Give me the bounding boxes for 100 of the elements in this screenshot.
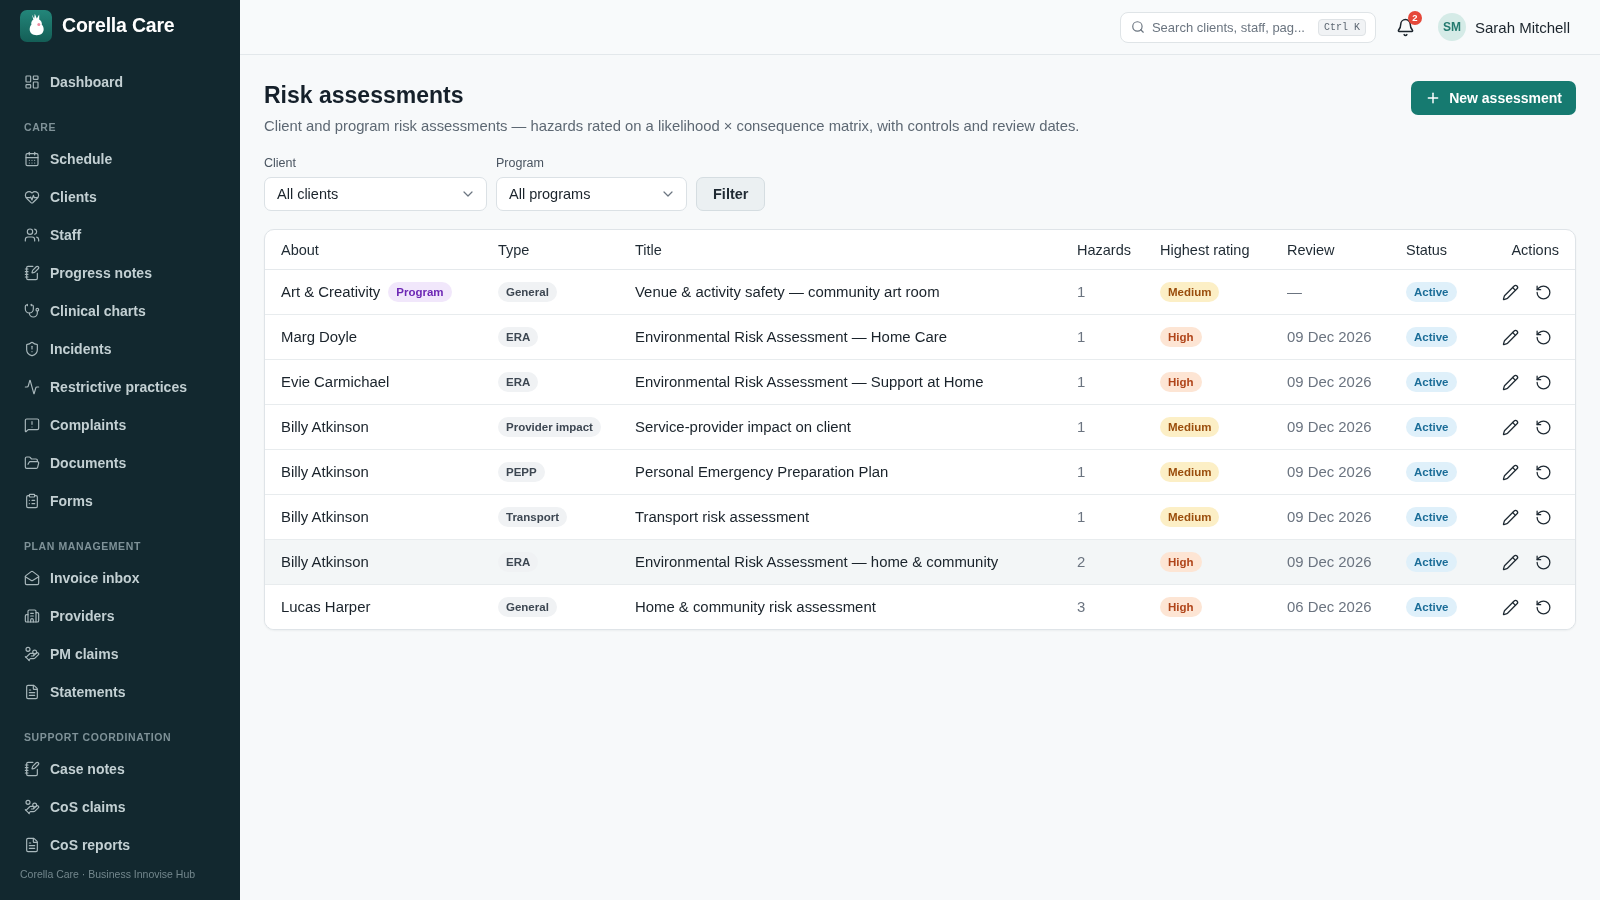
table-row[interactable]: Billy Atkinson ERA Environmental Risk Assessment — home & community 2 High 09 Dec 2026 Active	[265, 540, 1575, 585]
dropdown-select[interactable]: All clients	[264, 177, 487, 211]
table-row[interactable]: Billy Atkinson Transport Transport risk assessment 1 Medium 09 Dec 2026 Active	[265, 495, 1575, 540]
nav-item[interactable]: Complaints	[24, 415, 127, 435]
grid-icon	[24, 74, 40, 90]
table-row[interactable]: Lucas Harper General Home & community risk assessment 3 High 06 Dec 2026 Active	[265, 585, 1575, 629]
nav-item[interactable]: CoS claims	[24, 797, 126, 817]
table-cell-text: Venue & activity safety — community art room	[634, 283, 941, 302]
rating-tag: High	[1160, 327, 1202, 347]
nav-item[interactable]: Statements	[24, 682, 126, 702]
status-tag: Active	[1406, 552, 1457, 572]
nav-item[interactable]: Invoice inbox	[24, 568, 140, 588]
table-cell-text: 09 Dec 2026	[1286, 418, 1373, 437]
dropdown-select[interactable]: All programs	[496, 177, 687, 211]
client-name: Billy Atkinson	[281, 509, 369, 525]
column-header: Status	[1405, 240, 1449, 260]
table-cell-text: Personal Emergency Preparation Plan	[634, 463, 890, 482]
rotate-arrow-icon	[1535, 463, 1552, 481]
table-row[interactable]: Marg Doyle ERA Environmental Risk Assessment — Home Care 1 High 09 Dec 2026 Active	[265, 315, 1575, 360]
calendar-icon	[24, 151, 40, 167]
status-tag: Active	[1406, 372, 1457, 392]
table-row[interactable]: Evie Carmichael ERA Environmental Risk Assessment — Support at Home 1 High 09 Dec 2026 Active	[265, 360, 1575, 405]
user-avatar[interactable]: SM	[1437, 13, 1466, 41]
nav-item[interactable]: Case notes	[24, 759, 125, 779]
program-tag: Program	[388, 282, 452, 302]
nav-item[interactable]: Restrictive practices	[24, 377, 187, 397]
shield-alert-icon	[24, 341, 40, 357]
table-cell-text: Environmental Risk Assessment — home & community	[634, 553, 1000, 572]
nav-item[interactable]: CoS reports	[24, 835, 131, 855]
sidebar-footer-text: Corella Care · Business Innovise Hub	[20, 868, 196, 880]
page-title: Risk assessments	[264, 81, 464, 109]
status-tag: Active	[1406, 417, 1457, 437]
user-name[interactable]: Sarah Mitchell	[1474, 18, 1570, 36]
table-cell-text: 09 Dec 2026	[1286, 328, 1373, 347]
nav-item[interactable]: Documents	[24, 453, 127, 473]
table-cell-text: Home & community risk assessment	[634, 598, 877, 617]
table-cell-text: 09 Dec 2026	[1286, 553, 1373, 572]
rotate-arrow-icon	[1535, 508, 1552, 526]
nav-item[interactable]: Providers	[24, 606, 115, 626]
rotate-arrow-icon	[1535, 598, 1552, 616]
stethoscope-icon	[24, 303, 40, 319]
table-cell-text: 09 Dec 2026	[1286, 373, 1373, 392]
pencil-icon	[1502, 463, 1519, 481]
nav-item[interactable]: Clients	[24, 187, 97, 207]
rating-tag: High	[1160, 552, 1202, 572]
bell-icon	[1396, 17, 1416, 37]
table-cell-text: 1	[1076, 373, 1087, 392]
client-name: Billy Atkinson	[281, 554, 369, 570]
rotate-arrow-icon	[1535, 373, 1552, 391]
nav-item[interactable]: Progress notes	[24, 263, 152, 283]
rotate-arrow-icon	[1535, 553, 1552, 571]
pencil-icon	[1502, 283, 1519, 301]
new-assessment-button[interactable]: New assessment	[1411, 81, 1576, 115]
pencil-icon	[1502, 598, 1519, 616]
table-row[interactable]: Billy Atkinson Provider impact Service-provider impact on client 1 Medium 09 Dec 2026 Active	[265, 405, 1575, 450]
nav-item[interactable]: Staff	[24, 225, 82, 245]
table-cell-text: 2	[1076, 553, 1087, 572]
client-name: Marg Doyle	[281, 329, 358, 345]
nav-item[interactable]: Incidents	[24, 339, 112, 359]
client-name: Billy Atkinson	[281, 464, 369, 480]
table-cell-text: 1	[1076, 463, 1087, 482]
folder-icon	[24, 455, 40, 471]
document-icon	[24, 684, 40, 700]
rotate-arrow-icon	[1535, 328, 1552, 346]
table-cell-text: Environmental Risk Assessment — Support at Home	[634, 373, 985, 392]
nav-item[interactable]: Dashboard	[24, 72, 124, 92]
column-header: Highest rating	[1159, 240, 1251, 260]
nav-item[interactable]: Forms	[24, 491, 93, 511]
page-description: Client and program risk assessments — hazards rated on a likelihood × consequence matrix, with controls and review dates.	[264, 117, 1080, 136]
type-tag: PEPP	[498, 462, 545, 482]
field-label: Program	[496, 155, 544, 171]
notebook-pen-icon	[24, 761, 40, 777]
pencil-icon	[1502, 373, 1519, 391]
hand-coins-icon	[24, 646, 40, 662]
nav-item[interactable]: PM claims	[24, 644, 119, 664]
building-icon	[24, 608, 40, 624]
status-tag: Active	[1406, 327, 1457, 347]
field-label: Client	[264, 155, 296, 171]
type-tag: General	[498, 597, 557, 617]
pencil-icon	[1502, 553, 1519, 571]
bird-logo-icon	[20, 10, 52, 42]
hand-coins-icon	[24, 799, 40, 815]
table-cell-text: —	[1286, 283, 1303, 302]
column-header: Type	[497, 240, 531, 260]
rating-tag: Medium	[1160, 282, 1220, 302]
pencil-icon	[1502, 328, 1519, 346]
table-row[interactable]: Art & Creativity Program General Venue & activity safety — community art room 1 Medium — Active	[265, 270, 1575, 315]
people-icon	[24, 227, 40, 243]
document-icon	[24, 837, 40, 853]
nav-item[interactable]: Clinical charts	[24, 301, 146, 321]
type-tag: Provider impact	[498, 417, 601, 437]
nav-item[interactable]: Schedule	[24, 149, 113, 169]
column-header: Review	[1286, 240, 1336, 260]
pulse-line-icon	[24, 379, 40, 395]
filter-button[interactable]: Filter	[696, 177, 766, 211]
table-row[interactable]: Billy Atkinson PEPP Personal Emergency Preparation Plan 1 Medium 09 Dec 2026 Active	[265, 450, 1575, 495]
rating-tag: High	[1160, 372, 1202, 392]
column-header: Title	[634, 240, 663, 260]
type-tag: ERA	[498, 372, 539, 392]
envelope-open-icon	[24, 570, 40, 586]
